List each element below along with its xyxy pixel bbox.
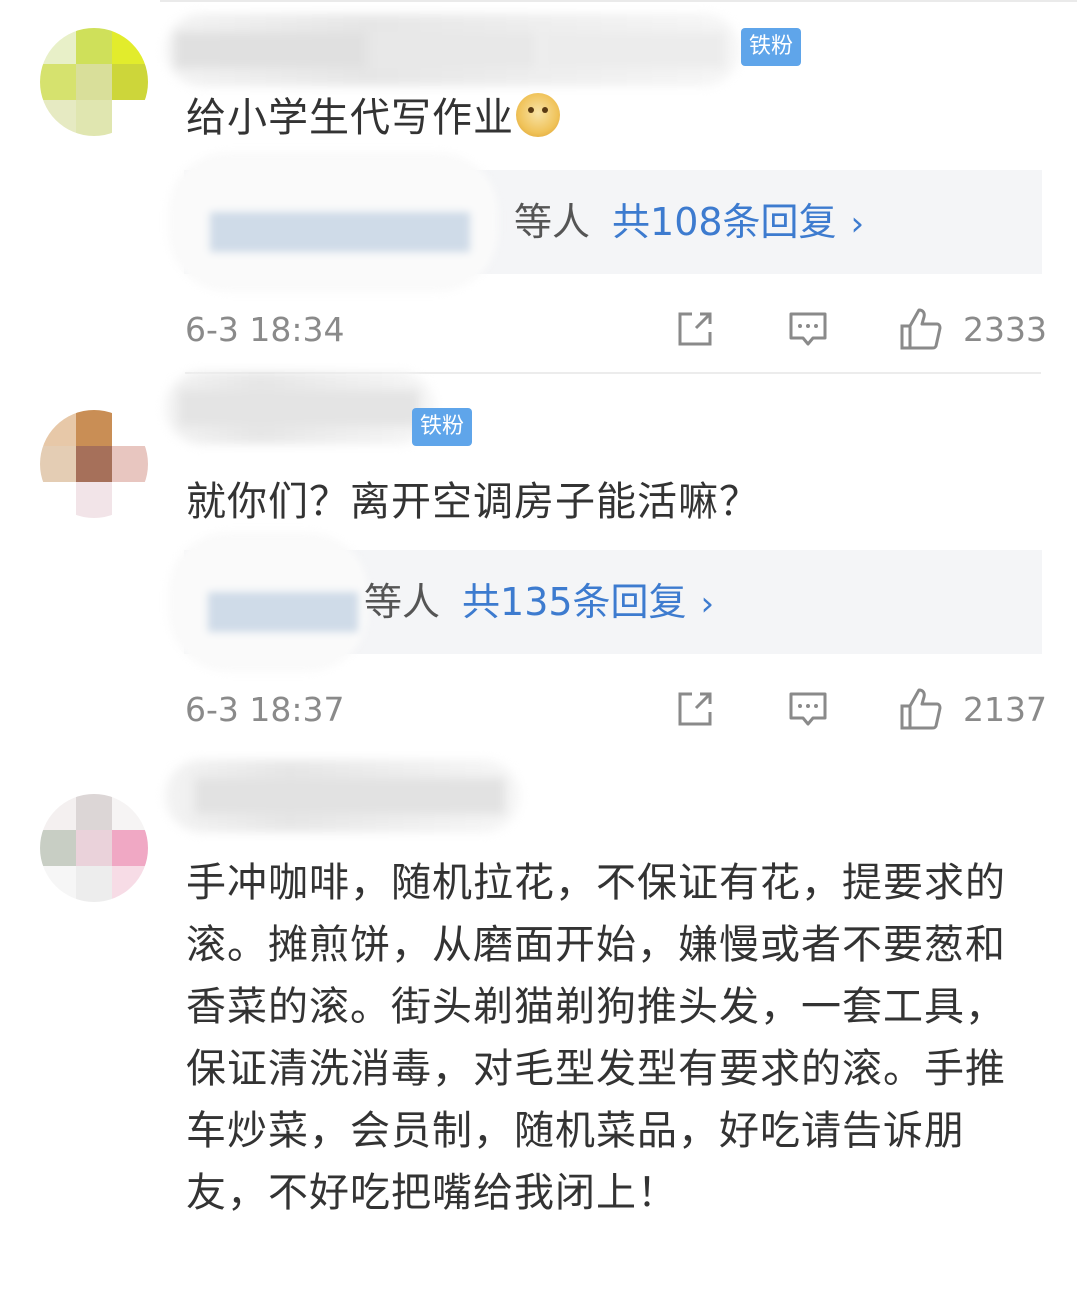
reply-summary[interactable]: 等人 共108条回复 › xyxy=(514,196,864,250)
avatar[interactable] xyxy=(40,794,148,902)
comment-text-content: 给小学生代写作业 xyxy=(186,95,514,141)
comment-text: 就你们？离开空调房子能活嘛？ xyxy=(186,479,760,525)
doge-emoji-icon xyxy=(516,93,560,137)
thumbs-up-icon[interactable] xyxy=(897,306,943,352)
comment-icon[interactable] xyxy=(785,686,831,732)
reply-users-suffix: 等人 xyxy=(514,200,591,244)
reply-count-link[interactable]: 共135条回复 xyxy=(462,580,687,624)
comment-item: 铁粉 给小学生代写作业 等人 共108条回复 › 6-3 18:34 2333 xyxy=(0,8,1077,374)
thumbs-up-icon[interactable] xyxy=(897,686,943,732)
comment-time: 6-3 18:37 xyxy=(185,690,345,729)
like-count: 2333 xyxy=(963,310,1047,349)
reply-users-blurred xyxy=(168,532,368,672)
comment-list: 铁粉 给小学生代写作业 等人 共108条回复 › 6-3 18:34 2333 … xyxy=(0,0,1077,1316)
like-count: 2137 xyxy=(963,690,1047,729)
avatar[interactable] xyxy=(40,28,148,136)
share-icon[interactable] xyxy=(672,306,718,352)
share-icon[interactable] xyxy=(672,686,718,732)
comment-item: 手冲咖啡，随机拉花，不保证有花，提要求的滚。摊煎饼，从磨面开始，嫌慢或者不要葱和… xyxy=(0,760,1077,1316)
comment-item: 铁粉 就你们？离开空调房子能活嘛？ 等人共135条回复 › 6-3 18:37 xyxy=(0,372,1077,756)
comment-time: 6-3 18:34 xyxy=(185,310,345,349)
fan-badge: 铁粉 xyxy=(741,28,802,66)
top-divider xyxy=(160,0,1077,2)
fan-badge: 铁粉 xyxy=(412,408,473,446)
comment-footer: 6-3 18:37 2137 xyxy=(0,686,1077,736)
comment-text: 手冲咖啡，随机拉花，不保证有花，提要求的滚。摊煎饼，从磨面开始，嫌慢或者不要葱和… xyxy=(186,860,1006,1216)
chevron-right-icon: › xyxy=(700,584,715,624)
avatar[interactable] xyxy=(40,410,148,518)
username-blurred[interactable] xyxy=(165,760,520,832)
username-blurred[interactable] xyxy=(165,372,435,444)
reply-count-link[interactable]: 共108条回复 xyxy=(612,200,837,244)
comment-footer: 6-3 18:34 2333 xyxy=(0,306,1077,356)
reply-users-suffix: 等人 xyxy=(364,580,441,624)
reply-users-blurred xyxy=(168,152,498,292)
chevron-right-icon: › xyxy=(850,204,865,244)
reply-preview[interactable]: 等人 共135条回复 › xyxy=(168,532,1042,672)
reply-summary[interactable]: 等人 共135条回复 › xyxy=(364,576,714,630)
comment-text: 给小学生代写作业 xyxy=(186,88,560,148)
comment-icon[interactable] xyxy=(785,306,831,352)
username-blurred[interactable] xyxy=(165,14,740,86)
reply-preview[interactable]: 等人 共108条回复 › xyxy=(168,152,1042,292)
